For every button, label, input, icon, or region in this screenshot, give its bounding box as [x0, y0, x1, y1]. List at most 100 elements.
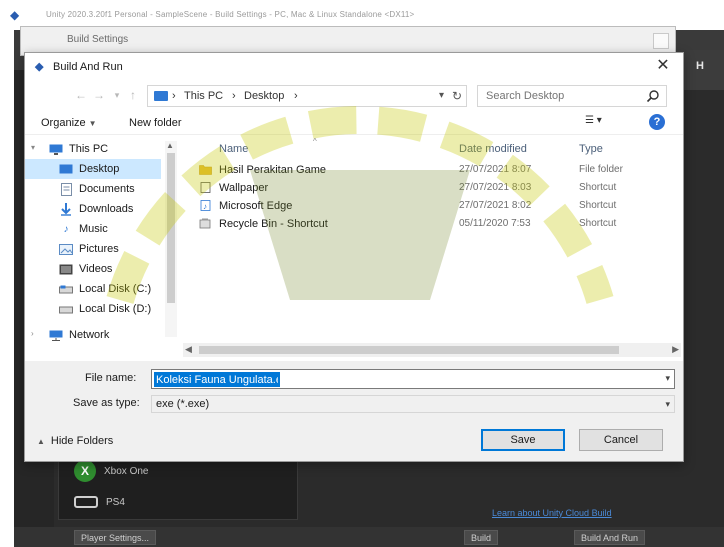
platform-item-ps4[interactable]: PS4: [74, 496, 125, 508]
file-list: ^ Name Date modified Type Hasil Perakita…: [183, 137, 683, 347]
chevron-down-icon: ▾: [665, 399, 670, 409]
back-arrow-icon[interactable]: ←: [73, 87, 89, 103]
save-type-label: Save as type:: [73, 397, 140, 409]
player-settings-button[interactable]: Player Settings...: [74, 530, 157, 545]
nav-item-desktop[interactable]: Desktop: [25, 159, 161, 179]
save-type-select[interactable]: exe (*.exe) ▾: [151, 395, 675, 413]
build-and-run-button[interactable]: Build And Run: [574, 530, 646, 545]
crumb-separator: ›: [232, 90, 236, 102]
column-header-date[interactable]: Date modified: [459, 143, 527, 155]
file-name: Hasil Perakitan Game: [219, 164, 326, 176]
dialog-footer: ▲ Hide Folders Save Cancel: [25, 421, 683, 461]
file-list-header: ^ Name Date modified Type: [183, 137, 683, 159]
cancel-button[interactable]: Cancel: [579, 429, 663, 451]
nav-item-label: Pictures: [79, 243, 119, 255]
up-arrow-icon[interactable]: ↑: [125, 87, 141, 103]
horizontal-scrollbar[interactable]: ◀ ▶: [183, 343, 681, 357]
file-name-input[interactable]: [154, 372, 280, 387]
platform-label: PS4: [106, 496, 125, 508]
help-icon[interactable]: ?: [649, 114, 665, 130]
file-name: Wallpaper: [219, 182, 269, 194]
file-name: Recycle Bin - Shortcut: [219, 218, 328, 230]
build-settings-title: Build Settings: [67, 34, 129, 45]
nav-item-label: Downloads: [79, 203, 134, 215]
close-button[interactable]: ✕: [653, 56, 673, 76]
nav-item-network[interactable]: Network: [25, 325, 161, 345]
scroll-left-icon[interactable]: ◀: [185, 344, 192, 355]
nav-item-documents[interactable]: Documents: [25, 179, 161, 199]
dialog-titlebar: ◆ Build And Run ✕: [25, 53, 683, 81]
address-bar[interactable]: › This PC › Desktop › ▾ ↻: [147, 85, 467, 107]
file-date: 27/07/2021 8:07: [459, 164, 532, 175]
file-icon: [200, 182, 211, 193]
platform-item-xbox[interactable]: X Xbox One: [74, 460, 148, 482]
sort-up-icon: ^: [313, 137, 317, 146]
nav-item-label: Music: [79, 223, 108, 235]
file-name-field: ▾: [151, 369, 675, 389]
search-icon[interactable]: [646, 89, 660, 103]
network-icon: [49, 329, 63, 341]
search-box: [477, 85, 667, 107]
hide-folders-button[interactable]: ▲ Hide Folders: [37, 435, 113, 447]
organize-label: Organize: [41, 117, 86, 129]
downloads-icon: [59, 202, 73, 216]
recent-locations-icon[interactable]: ▾: [109, 87, 125, 103]
nav-item-pictures[interactable]: Pictures: [25, 239, 161, 259]
videos-icon: [59, 263, 73, 275]
view-options-button[interactable]: ☰ ▾: [585, 115, 629, 131]
hide-folders-label: Hide Folders: [50, 435, 114, 447]
new-folder-button[interactable]: New folder: [129, 117, 182, 129]
file-row[interactable]: Recycle Bin - Shortcut 05/11/2020 7:53 S…: [189, 215, 669, 233]
console-icon: [74, 496, 98, 508]
column-header-type[interactable]: Type: [579, 143, 603, 155]
nav-item-label: This PC: [69, 143, 109, 155]
file-date: 27/07/2021 8:02: [459, 200, 532, 211]
nav-pane-scrollbar[interactable]: ▲: [165, 141, 177, 337]
unity-icon: ◆: [10, 8, 20, 22]
scroll-thumb[interactable]: [199, 346, 619, 354]
desktop-icon: [59, 163, 73, 175]
scroll-up-icon[interactable]: ▲: [166, 141, 174, 150]
column-header-name[interactable]: Name: [219, 143, 248, 155]
address-dropdown-icon[interactable]: ▾: [439, 90, 444, 101]
chevron-down-icon[interactable]: ▾: [665, 373, 670, 384]
forward-arrow-icon[interactable]: →: [91, 87, 107, 103]
documents-icon: [59, 182, 73, 196]
file-date: 27/07/2021 8:03: [459, 182, 532, 193]
crumb-separator: ›: [294, 90, 298, 102]
search-input[interactable]: [478, 86, 644, 106]
scroll-right-icon[interactable]: ▶: [672, 344, 679, 355]
nav-item-videos[interactable]: Videos: [25, 259, 161, 279]
file-row[interactable]: ♪ Microsoft Edge 27/07/2021 8:02 Shortcu…: [189, 197, 669, 215]
file-name: Microsoft Edge: [219, 200, 293, 212]
chevron-up-icon: ▲: [37, 437, 45, 446]
nav-item-downloads[interactable]: Downloads: [25, 199, 161, 219]
nav-item-local-disk-d[interactable]: Local Disk (D:): [25, 299, 161, 319]
breadcrumb-this-pc[interactable]: This PC: [184, 90, 223, 102]
xbox-icon: X: [74, 460, 96, 482]
scroll-thumb[interactable]: [167, 153, 175, 303]
save-button[interactable]: Save: [481, 429, 565, 451]
disk-icon: [59, 283, 73, 295]
nav-item-this-pc[interactable]: This PC: [25, 139, 161, 159]
pictures-icon: [59, 243, 73, 255]
cloud-build-link[interactable]: Learn about Unity Cloud Build: [492, 508, 612, 518]
breadcrumb-desktop[interactable]: Desktop: [244, 90, 284, 102]
build-button[interactable]: Build: [464, 530, 499, 545]
file-type: Shortcut: [579, 218, 617, 229]
nav-item-label: Network: [69, 329, 110, 341]
window-control-box[interactable]: [653, 33, 669, 49]
file-row[interactable]: Hasil Perakitan Game 27/07/2021 8:07 Fil…: [189, 161, 669, 179]
file-type: File folder: [579, 164, 623, 175]
dialog-title: Build And Run: [53, 61, 123, 73]
nav-item-music[interactable]: ♪ Music: [25, 219, 161, 239]
refresh-icon[interactable]: ↻: [452, 89, 462, 103]
file-row[interactable]: Wallpaper 27/07/2021 8:03 Shortcut: [189, 179, 669, 197]
nav-item-label: Documents: [79, 183, 135, 195]
save-dialog: ◆ Build And Run ✕ ← → ▾ ↑ › This PC › De…: [24, 52, 684, 462]
music-file-icon: ♪: [200, 200, 211, 211]
address-row: ← → ▾ ↑ › This PC › Desktop › ▾ ↻: [25, 83, 683, 109]
file-type: Shortcut: [579, 200, 617, 211]
nav-item-local-disk-c[interactable]: Local Disk (C:): [25, 279, 161, 299]
organize-menu[interactable]: Organize ▼: [41, 117, 97, 129]
